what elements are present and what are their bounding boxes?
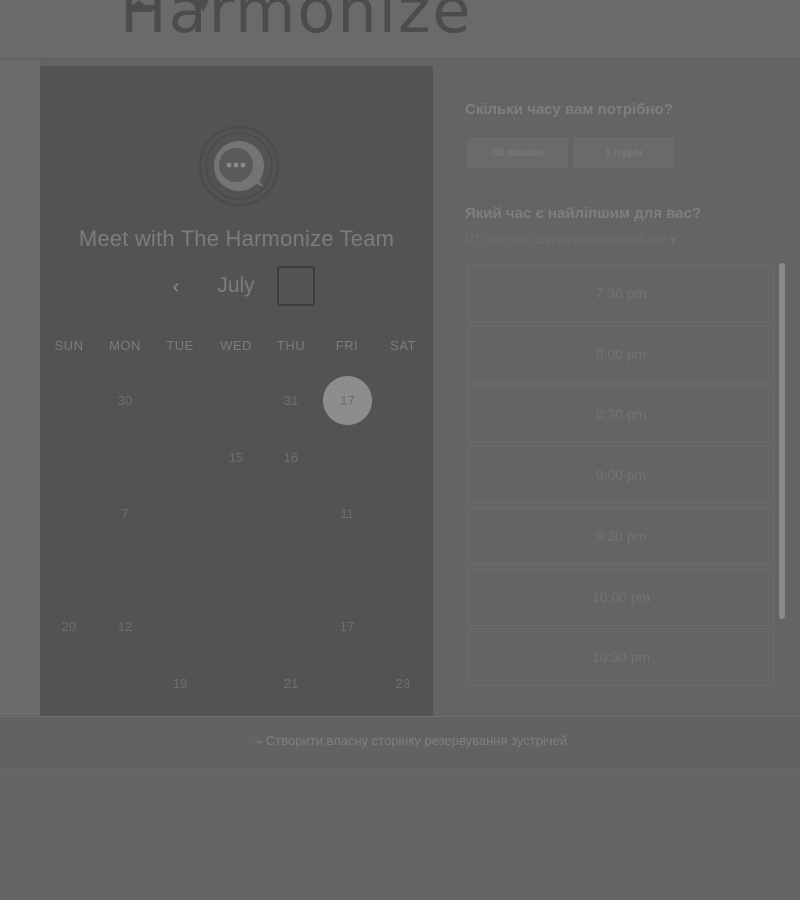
- selected-day[interactable]: 17: [323, 376, 372, 425]
- calendar-day[interactable]: 16: [263, 448, 319, 468]
- create-booking-page-link[interactable]: ⤷ Створити власну сторінку резервування …: [255, 733, 567, 749]
- weekday-wed: WED: [220, 338, 252, 353]
- weekday-fri: FRI: [335, 338, 359, 353]
- calendar-day[interactable]: 19: [152, 674, 208, 694]
- calendar-day[interactable]: 12: [97, 617, 153, 637]
- time-slot[interactable]: 8:00 pm: [468, 325, 774, 383]
- duration-heading: Скільки часу вам потрібно?: [465, 101, 673, 118]
- calendar-day[interactable]: 7: [97, 504, 153, 524]
- duration-30-min-button[interactable]: 30 хвилин: [466, 136, 569, 170]
- time-slot[interactable]: 7:30 pm: [468, 264, 774, 322]
- time-slot[interactable]: 8:30 pm: [468, 385, 774, 443]
- chevron-down-icon: ▾: [669, 233, 676, 247]
- calendar-day[interactable]: 11: [319, 504, 375, 524]
- time-slots-scrollbar[interactable]: [779, 263, 785, 619]
- weekday-thu: THU: [276, 338, 306, 353]
- calendar-day[interactable]: 20: [41, 617, 97, 637]
- time-heading: Який час є найліпшим для вас?: [465, 205, 702, 222]
- month-label: July: [217, 274, 255, 297]
- calendar-day[interactable]: 31: [263, 391, 319, 411]
- time-slot[interactable]: 9:30 pm: [468, 507, 774, 565]
- next-month-button[interactable]: [277, 266, 315, 306]
- time-slot[interactable]: 9:00 pm: [468, 446, 774, 504]
- calendar-day[interactable]: 21: [263, 674, 319, 694]
- duration-1-hour-button[interactable]: 1 годин: [572, 136, 675, 170]
- booking-title: Meet with The Harmonize Team: [78, 226, 395, 251]
- weekday-sat: SAT: [390, 338, 416, 353]
- time-slot[interactable]: 10:00 pm: [468, 568, 774, 626]
- chat-avatar-icon: [198, 125, 280, 207]
- prev-month-button[interactable]: ‹: [166, 274, 186, 300]
- weekday-tue: TUE: [166, 338, 194, 353]
- weekday-mon: MON: [109, 338, 141, 353]
- timezone-select[interactable]: UTC+02:00 Східноєвропейський час ▾: [465, 233, 676, 247]
- calendar-day[interactable]: 17: [319, 617, 375, 637]
- weekday-sun: SUN: [54, 338, 84, 353]
- calendar-day[interactable]: 30: [97, 391, 153, 411]
- calendar-day[interactable]: 15: [208, 448, 264, 468]
- left-gutter: [0, 60, 41, 715]
- logo-text: Harmonize: [120, 0, 473, 47]
- footer-link-label: Створити власну сторінку резервування зу…: [265, 733, 568, 748]
- timezone-label: UTC+02:00 Східноєвропейський час: [465, 233, 667, 247]
- calendar-day[interactable]: 23: [375, 674, 431, 694]
- harmonize-mark-icon: ⤷: [255, 733, 263, 748]
- time-slot[interactable]: 10:30 pm: [468, 628, 774, 686]
